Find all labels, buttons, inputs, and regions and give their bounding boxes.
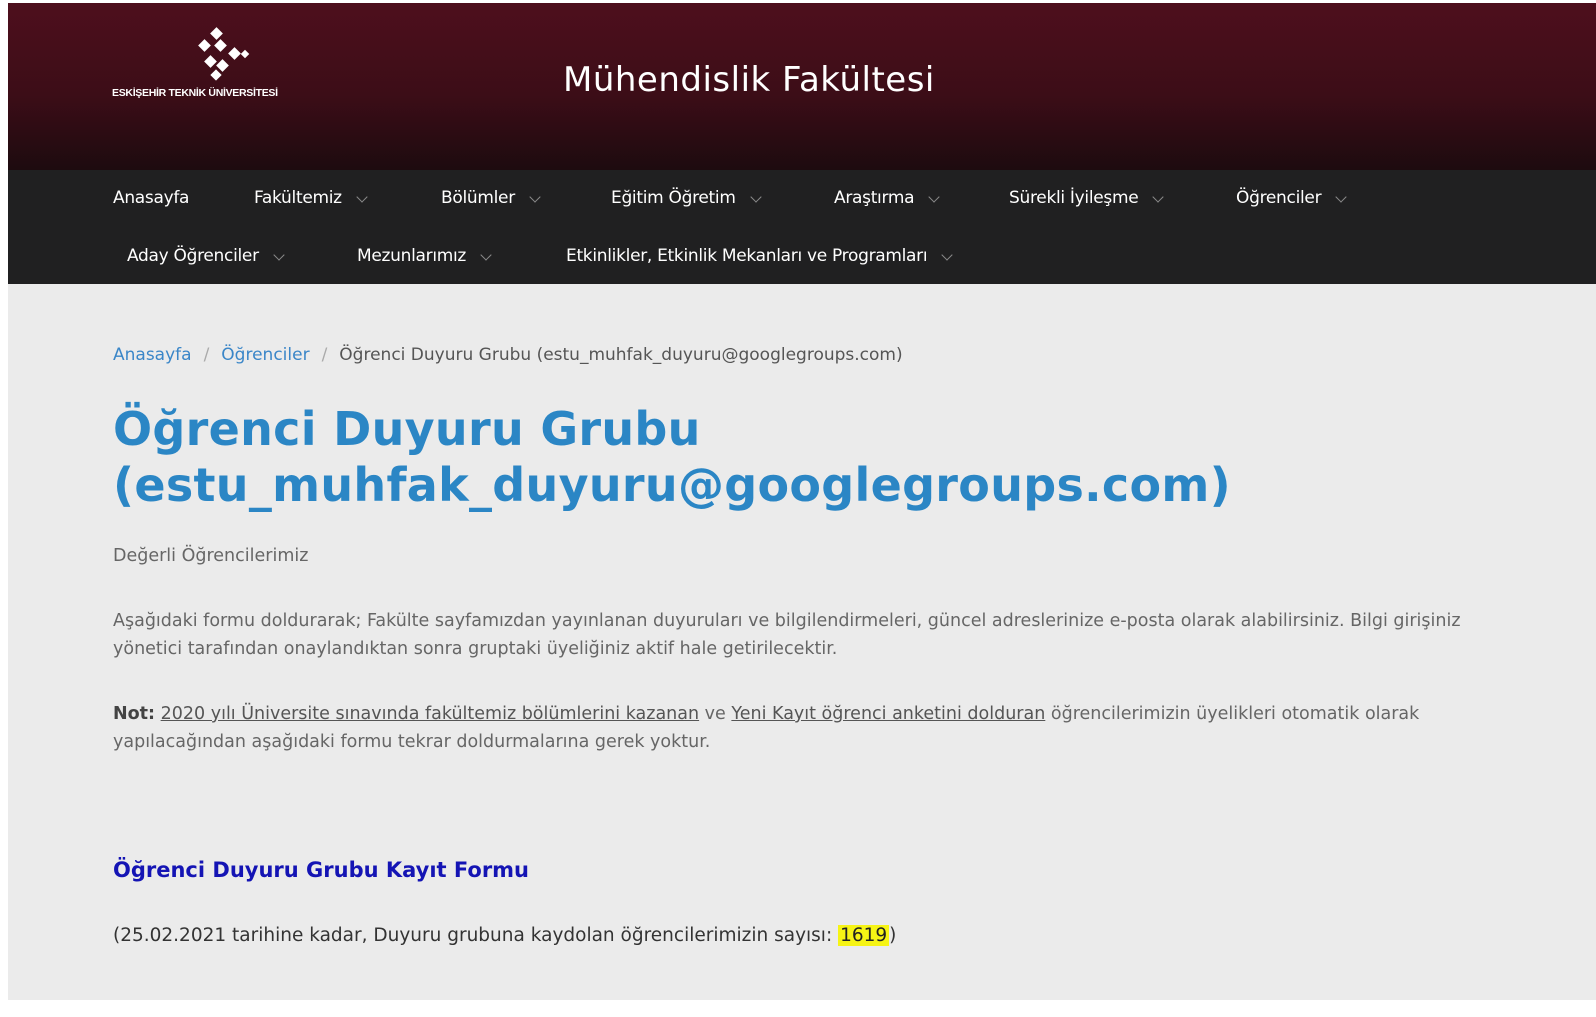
estu-logo-icon [198, 27, 250, 81]
chevron-down-icon [749, 191, 762, 203]
nav-item-label: Fakültemiz [254, 188, 342, 208]
note-label: Not: [113, 704, 156, 724]
note-paragraph: Not: 2020 yılı Üniversite sınavında fakü… [113, 700, 1493, 756]
intro-paragraph: Aşağıdaki formu doldurarak; Fakülte sayf… [113, 611, 1461, 659]
page-title: Öğrenci Duyuru Grubu (estu_muhfak_duyuru… [113, 401, 1413, 513]
nav-item-egitim-ogretim[interactable]: Eğitim Öğretim [611, 188, 762, 208]
nav-item-bolumler[interactable]: Bölümler [441, 188, 541, 208]
nav-item-label: Araştırma [834, 188, 915, 208]
chevron-down-icon [928, 191, 940, 203]
nav-item-label: Öğrenciler [1236, 188, 1322, 208]
nav-item-aday-ogrenciler[interactable]: Aday Öğrenciler [127, 246, 285, 266]
page-frame: ESKİŞEHİR TEKNİK ÜNİVERSİTESİ Mühendisli… [8, 3, 1596, 1000]
nav-item-label: Aday Öğrenciler [127, 246, 259, 266]
chevron-down-icon [480, 249, 492, 261]
nav-item-etkinlikler[interactable]: Etkinlikler, Etkinlik Mekanları ve Progr… [566, 246, 953, 266]
site-title[interactable]: Mühendislik Fakültesi [563, 60, 935, 100]
chevron-down-icon [941, 249, 953, 261]
count-suffix: ) [889, 925, 897, 946]
nav-item-fakultemiz[interactable]: Fakültemiz [254, 188, 368, 208]
nav-item-label: Bölümler [441, 188, 515, 208]
chevron-down-icon [356, 191, 368, 203]
nav-item-mezunlarimiz[interactable]: Mezunlarımız [357, 246, 492, 266]
member-count-value: 1619 [838, 925, 890, 946]
nav-item-arastirma[interactable]: Araştırma [834, 188, 940, 208]
note-and: ve [704, 704, 726, 724]
main-nav: Anasayfa Fakültemiz Bölümler Eğitim Öğre… [8, 170, 1596, 284]
greeting-text: Değerli Öğrencilerimiz [113, 546, 309, 566]
nav-item-surekli-iyilesme[interactable]: Sürekli İyileşme [1009, 188, 1165, 208]
nav-item-ogrenciler[interactable]: Öğrenciler [1236, 188, 1347, 208]
count-prefix: (25.02.2021 tarihine kadar, Duyuru grubu… [113, 925, 833, 946]
note-link-survey[interactable]: Yeni Kayıt öğrenci anketini dolduran [731, 704, 1045, 724]
page-title-line1: Öğrenci Duyuru Grubu [113, 402, 701, 456]
breadcrumb: Anasayfa / Öğrenciler / Öğrenci Duyuru Grubu… [113, 345, 903, 365]
nav-item-anasayfa[interactable]: Anasayfa [113, 188, 189, 208]
breadcrumb-section-link[interactable]: Öğrenciler [221, 345, 309, 365]
nav-item-label: Sürekli İyileşme [1009, 188, 1139, 208]
chevron-down-icon [1152, 191, 1165, 203]
page-title-line2: (estu_muhfak_duyuru@googlegroups.com) [113, 458, 1231, 512]
university-logo[interactable]: ESKİŞEHİR TEKNİK ÜNİVERSİTESİ [112, 27, 322, 107]
breadcrumb-current: Öğrenci Duyuru Grubu (estu_muhfak_duyuru… [339, 345, 903, 365]
nav-item-label: Anasayfa [113, 188, 190, 208]
member-count-line: (25.02.2021 tarihine kadar, Duyuru grubu… [113, 925, 896, 946]
chevron-down-icon [529, 191, 541, 203]
nav-item-label: Eğitim Öğretim [611, 188, 736, 208]
breadcrumb-separator: / [203, 345, 210, 365]
logo-text: ESKİŞEHİR TEKNİK ÜNİVERSİTESİ [112, 87, 278, 99]
registration-form-link[interactable]: Öğrenci Duyuru Grubu Kayıt Formu [113, 858, 529, 882]
chevron-down-icon [1335, 191, 1347, 203]
breadcrumb-separator: / [321, 345, 328, 365]
note-link-exam[interactable]: 2020 yılı Üniversite sınavında fakültemi… [161, 704, 699, 724]
chevron-down-icon [273, 249, 285, 261]
nav-item-label: Mezunlarımız [357, 246, 467, 266]
site-header: ESKİŞEHİR TEKNİK ÜNİVERSİTESİ Mühendisli… [8, 3, 1596, 170]
nav-item-label: Etkinlikler, Etkinlik Mekanları ve Progr… [566, 246, 928, 266]
breadcrumb-home-link[interactable]: Anasayfa [113, 345, 192, 365]
